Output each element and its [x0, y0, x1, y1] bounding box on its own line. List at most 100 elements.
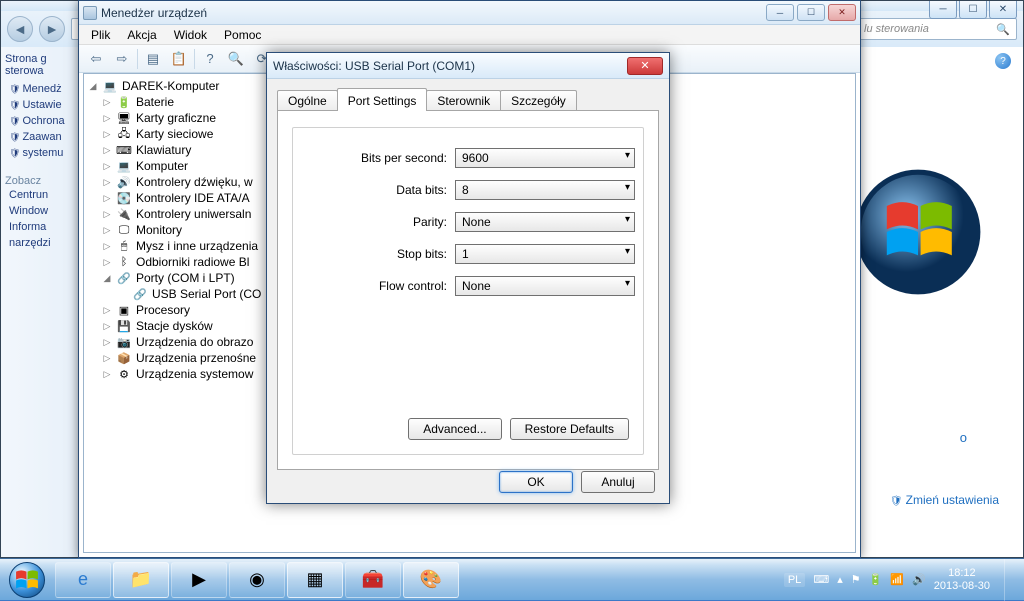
menu-item[interactable]: Pomoc	[216, 27, 269, 43]
expand-arrow-icon[interactable]: ▷	[102, 369, 112, 380]
taskbar-chrome-icon[interactable]: ◉	[229, 562, 285, 598]
prop-tabbar: OgólnePort SettingsSterownikSzczegóły	[277, 87, 659, 111]
taskbar-toolbox-icon[interactable]: 🧰	[345, 562, 401, 598]
cp-sidebar-item[interactable]: Ustawie	[5, 97, 74, 113]
device-label: Klawiatury	[136, 143, 191, 157]
setting-label: Bits per second:	[307, 151, 447, 165]
properties-icon[interactable]: 📋	[168, 48, 190, 70]
device-icon: 🔊	[116, 174, 132, 190]
expand-arrow-icon[interactable]: ▷	[102, 241, 112, 252]
expand-arrow-icon[interactable]: ◢	[88, 81, 98, 92]
device-icon: 🔗	[116, 270, 132, 286]
expand-arrow-icon[interactable]: ▷	[102, 225, 112, 236]
device-icon: 🖱	[116, 238, 132, 254]
nav-back-icon[interactable]: ⇦	[85, 48, 107, 70]
dm-menubar: PlikAkcjaWidokPomoc	[79, 25, 860, 45]
device-icon: ⌨	[116, 142, 132, 158]
tab-szczegóły[interactable]: Szczegóły	[500, 90, 577, 111]
cp-sidebar-item[interactable]: systemu	[5, 145, 74, 161]
device-label: Urządzenia do obrazo	[136, 335, 253, 349]
expand-arrow-icon[interactable]: ▷	[102, 337, 112, 348]
taskbar-clock[interactable]: 18:12 2013-08-30	[934, 567, 990, 591]
expand-arrow-icon[interactable]: ▷	[102, 161, 112, 172]
setting-row: Data bits:8	[307, 180, 629, 200]
tray-battery-icon[interactable]: 🔋	[869, 573, 883, 586]
cp-minimize-button[interactable]: ─	[929, 1, 957, 19]
setting-select[interactable]: None	[455, 276, 635, 296]
device-label: Kontrolery dźwięku, w	[136, 175, 253, 189]
scan-hardware-icon[interactable]: 🔍	[225, 48, 247, 70]
menu-item[interactable]: Akcja	[119, 27, 164, 43]
cp-sidebar-foot-item[interactable]: narzędzi	[5, 235, 74, 251]
tab-sterownik[interactable]: Sterownik	[426, 90, 501, 111]
setting-select[interactable]: 1	[455, 244, 635, 264]
cp-sidebar-foot-item[interactable]: Centrun	[5, 187, 74, 203]
port-settings-group: Bits per second:9600Data bits:8Parity:No…	[292, 127, 644, 455]
tray-network-icon[interactable]: 📶	[890, 573, 904, 586]
restore-defaults-button[interactable]: Restore Defaults	[510, 418, 629, 440]
tray-flag-icon[interactable]: ⚑	[851, 573, 861, 586]
setting-select[interactable]: None	[455, 212, 635, 232]
expand-arrow-icon[interactable]: ▷	[102, 257, 112, 268]
help-toolbar-icon[interactable]: ?	[199, 48, 221, 70]
cp-sidebar-foot-item[interactable]: Informa	[5, 219, 74, 235]
taskbar-paint-icon[interactable]: 🎨	[403, 562, 459, 598]
language-indicator[interactable]: PL	[784, 573, 805, 587]
expand-arrow-icon[interactable]: ◢	[102, 273, 112, 284]
taskbar-ie-icon[interactable]: e	[55, 562, 111, 598]
tray-chevron-icon[interactable]: ▴	[837, 573, 843, 586]
expand-arrow-icon[interactable]: ▷	[102, 97, 112, 108]
device-label: USB Serial Port (CO	[152, 287, 261, 301]
expand-arrow-icon[interactable]: ▷	[102, 305, 112, 316]
taskbar-explorer-icon[interactable]: 📁	[113, 562, 169, 598]
show-hidden-icon[interactable]: ▤	[142, 48, 164, 70]
dm-minimize-button[interactable]: ─	[766, 4, 794, 21]
setting-select[interactable]: 9600	[455, 148, 635, 168]
taskbar-control-panel-icon[interactable]: ▦	[287, 562, 343, 598]
setting-label: Stop bits:	[307, 247, 447, 261]
dm-close-button[interactable]: ✕	[828, 4, 856, 21]
change-settings-link[interactable]: Zmień ustawienia	[890, 493, 999, 507]
expand-arrow-icon[interactable]: ▷	[102, 209, 112, 220]
expand-arrow-icon[interactable]: ▷	[102, 321, 112, 332]
expand-arrow-icon[interactable]: ▷	[102, 145, 112, 156]
cp-sidebar-foot-item[interactable]: Window	[5, 203, 74, 219]
system-tray: PL ⌨ ▴ ⚑ 🔋 📶 🔊 18:12 2013-08-30	[784, 559, 1016, 601]
cp-sidebar-item[interactable]: Menedż	[5, 81, 74, 97]
tab-port-settings[interactable]: Port Settings	[337, 88, 428, 111]
menu-item[interactable]: Plik	[83, 27, 118, 43]
tray-keyboard-icon[interactable]: ⌨	[813, 573, 829, 586]
cp-tooltip-o: o	[960, 430, 967, 445]
dm-maximize-button[interactable]: ☐	[797, 4, 825, 21]
expand-arrow-icon[interactable]: ▷	[102, 353, 112, 364]
cp-sidebar-item[interactable]: Ochrona	[5, 113, 74, 129]
device-icon: 🔌	[116, 206, 132, 222]
cp-search-input[interactable]: lu sterowania 🔍	[857, 18, 1017, 40]
back-button[interactable]: ◄	[7, 16, 33, 42]
start-button[interactable]	[0, 559, 54, 601]
setting-select[interactable]: 8	[455, 180, 635, 200]
expand-arrow-icon[interactable]: ▷	[102, 177, 112, 188]
expand-arrow-icon[interactable]: ▷	[102, 113, 112, 124]
ok-button[interactable]: OK	[499, 471, 573, 493]
device-label: Monitory	[136, 223, 182, 237]
show-desktop-button[interactable]	[1004, 559, 1016, 601]
cp-close-button[interactable]: ✕	[989, 1, 1017, 19]
forward-button[interactable]: ►	[39, 16, 65, 42]
menu-item[interactable]: Widok	[166, 27, 215, 43]
cp-sidebar-item[interactable]: Zaawan	[5, 129, 74, 145]
expand-arrow-icon[interactable]: ▷	[102, 129, 112, 140]
advanced-button[interactable]: Advanced...	[408, 418, 501, 440]
cp-sidebar: Strona gsterowa MenedżUstawieOchronaZaaw…	[1, 47, 79, 557]
device-icon: ᛒ	[116, 254, 132, 270]
taskbar-mediaplayer-icon[interactable]: ▶	[171, 562, 227, 598]
tab-ogólne[interactable]: Ogólne	[277, 90, 338, 111]
prop-close-button[interactable]: ✕	[627, 57, 663, 75]
cancel-button[interactable]: Anuluj	[581, 471, 655, 493]
cp-maximize-button[interactable]: ☐	[959, 1, 987, 19]
expand-arrow-icon[interactable]: ▷	[102, 193, 112, 204]
help-icon[interactable]: ?	[995, 53, 1011, 69]
nav-forward-icon[interactable]: ⇨	[111, 48, 133, 70]
device-label: Mysz i inne urządzenia	[136, 239, 258, 253]
tray-volume-icon[interactable]: 🔊	[912, 573, 926, 586]
